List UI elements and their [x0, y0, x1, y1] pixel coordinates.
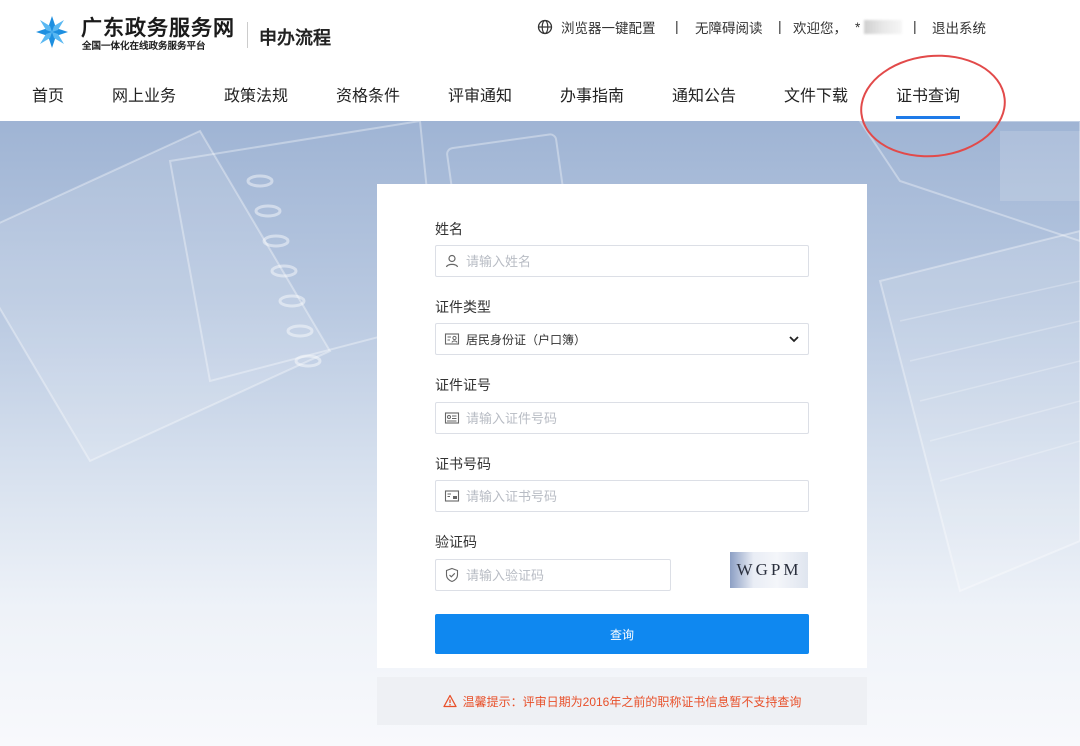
- captcha-input[interactable]: [466, 561, 670, 589]
- welcome-user: 欢迎您， *: [793, 18, 903, 36]
- welcome-label: 欢迎您，: [793, 21, 847, 36]
- name-field[interactable]: [435, 245, 809, 277]
- brand-divider: [247, 22, 248, 48]
- certificate-query-form: 姓名 证件类型 居民身份证（户口簿） 证件证号 证书号码: [377, 184, 867, 668]
- id-type-selected: 居民身份证（户口簿）: [466, 332, 587, 347]
- nav-item-guide[interactable]: 办事指南: [560, 82, 624, 106]
- captcha-field[interactable]: [435, 559, 671, 591]
- cert-number-field[interactable]: [435, 480, 809, 512]
- section-title: 申办流程: [259, 28, 331, 48]
- id-number-input[interactable]: [466, 404, 808, 432]
- nav-item-online-business[interactable]: 网上业务: [112, 82, 176, 106]
- captcha-label: 验证码: [435, 534, 477, 550]
- nav-item-qualification[interactable]: 资格条件: [336, 82, 400, 106]
- cert-number-label: 证书号码: [435, 456, 491, 472]
- user-name-masked: *: [855, 19, 861, 35]
- certificate-icon: [444, 490, 460, 502]
- logo-icon: [36, 16, 68, 48]
- nav-item-announcements[interactable]: 通知公告: [672, 82, 736, 106]
- browser-config-label: 浏览器一键配置: [561, 21, 656, 36]
- id-type-label: 证件类型: [435, 299, 491, 315]
- browser-config-link[interactable]: 浏览器一键配置: [537, 18, 656, 36]
- id-number-label: 证件证号: [435, 377, 491, 393]
- nav-item-home[interactable]: 首页: [32, 82, 64, 106]
- nav-item-review-notice[interactable]: 评审通知: [448, 82, 512, 106]
- accessibility-link[interactable]: 无障碍阅读: [695, 18, 763, 36]
- separator: |: [778, 18, 782, 34]
- name-input[interactable]: [466, 247, 808, 275]
- shield-icon: [445, 567, 459, 583]
- user-name-redacted: [864, 20, 903, 34]
- notice-text: 温馨提示：评审日期为2016年之前的职称证书信息暂不支持查询: [462, 694, 802, 709]
- logout-link[interactable]: 退出系统: [932, 18, 986, 36]
- user-icon: [445, 254, 459, 268]
- nav-item-certificate-query[interactable]: 证书查询: [896, 82, 961, 119]
- id-number-field[interactable]: [435, 402, 809, 434]
- main-nav: 首页 网上业务 政策法规 资格条件 评审通知 办事指南 通知公告 文件下载 证书…: [0, 66, 1080, 121]
- nav-item-policy[interactable]: 政策法规: [224, 82, 288, 106]
- brand-subtitle: 全国一体化在线政务服务平台: [82, 41, 206, 52]
- separator: |: [913, 18, 917, 34]
- query-button[interactable]: 查询: [435, 614, 809, 654]
- notice-bar: 温馨提示：评审日期为2016年之前的职称证书信息暂不支持查询: [377, 677, 867, 725]
- cert-number-input[interactable]: [466, 482, 808, 510]
- id-card-icon: [444, 333, 460, 345]
- nav-item-downloads[interactable]: 文件下载: [784, 82, 848, 106]
- top-header: 广东政务服务网 全国一体化在线政务服务平台 申办流程 浏览器一键配置 | 无障碍…: [0, 0, 1080, 66]
- captcha-image[interactable]: WGPM: [730, 552, 808, 588]
- separator: |: [675, 18, 679, 34]
- globe-icon: [537, 19, 553, 35]
- id-type-select[interactable]: 居民身份证（户口簿）: [435, 323, 809, 355]
- id-card-icon: [444, 412, 460, 424]
- warning-icon: [442, 694, 457, 708]
- name-label: 姓名: [435, 221, 463, 237]
- chevron-down-icon: [789, 336, 799, 343]
